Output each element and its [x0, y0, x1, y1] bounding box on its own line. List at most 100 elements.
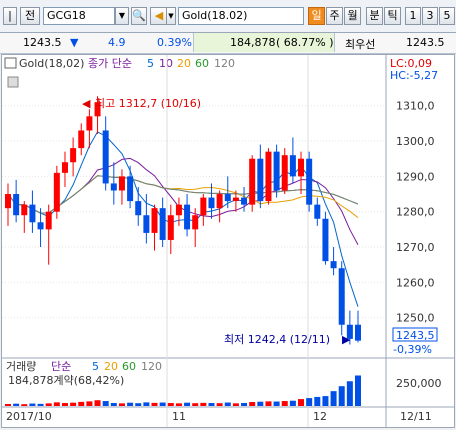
- volume-value: 184,878: [230, 36, 276, 49]
- candle-body: [86, 116, 93, 131]
- y-tick-label: 1250,0: [396, 312, 435, 325]
- tab-tick[interactable]: 틱: [384, 7, 401, 25]
- volume-ma-20: 20: [104, 360, 118, 373]
- candle-body: [102, 130, 109, 184]
- volume-bar: [200, 402, 207, 406]
- quote-bar: 1243.5 ▼ 4.9 0.39% 184,878 ( 68.77% ) 최우…: [0, 33, 456, 54]
- volume-bar: [118, 403, 125, 406]
- price-chart-panel[interactable]: Gold(18,02) 종가 단순 5 10 20 60 120 LC:0,09…: [1, 54, 455, 428]
- search-icon[interactable]: 🔍: [131, 7, 147, 25]
- volume-bar: [346, 381, 353, 406]
- bid-price: 1243.5: [406, 36, 445, 49]
- symbol-dropdown-icon[interactable]: ▼: [115, 7, 129, 25]
- bid-label: 최우선: [345, 38, 376, 51]
- volume-label: 거래량: [6, 360, 36, 373]
- y-tick-label: 1260,0: [396, 276, 435, 289]
- symbol-name-field: Gold(18.02): [178, 7, 304, 25]
- interval-1-button[interactable]: 1: [405, 7, 421, 25]
- candle-body: [78, 130, 85, 149]
- volume-bar: [265, 401, 272, 406]
- candle-body: [281, 155, 288, 191]
- tab-monthly[interactable]: 월: [344, 7, 361, 25]
- volume-bar: [127, 402, 134, 406]
- volume-bar: [102, 401, 109, 406]
- candle-body: [355, 324, 361, 341]
- volume-ratio: ( 68.77% ): [276, 36, 334, 49]
- candle-body: [53, 172, 60, 212]
- current-price-tag: 1243,5: [396, 329, 435, 342]
- chart-symbol-label: Gold(18,02): [19, 57, 84, 70]
- down-arrow-icon: ▼: [70, 36, 79, 49]
- interval-5-button[interactable]: 5: [439, 7, 455, 25]
- jeon-button[interactable]: 전: [20, 7, 40, 25]
- candle-body: [257, 158, 264, 202]
- candle-body: [241, 197, 248, 205]
- volume-bar: [208, 403, 215, 406]
- volume-bar: [167, 403, 174, 406]
- candle-body: [167, 215, 174, 240]
- volume-bar: [5, 404, 11, 406]
- y-tick-label: 1290,0: [396, 170, 435, 183]
- tab-minute[interactable]: 분: [366, 7, 383, 25]
- ma-5-line: [7, 131, 359, 307]
- volume-bar: [45, 403, 52, 406]
- speaker-dropdown-icon[interactable]: ▼: [166, 7, 176, 25]
- tab-weekly[interactable]: 주: [326, 7, 343, 25]
- candle-body: [61, 162, 68, 173]
- volume-ma-60: 60: [122, 360, 136, 373]
- volume-bar: [273, 401, 280, 406]
- grid-toggle-icon[interactable]: [7, 76, 19, 88]
- volume-bar: [184, 402, 191, 406]
- candle-body: [306, 158, 313, 205]
- candlestick-chart[interactable]: Gold(18,02) 종가 단순 5 10 20 60 120 LC:0,09…: [2, 55, 454, 427]
- volume-bar: [110, 403, 117, 406]
- symbol-code-input[interactable]: GCG18: [43, 7, 115, 25]
- volume-bar: [135, 403, 142, 406]
- volume-bar: [13, 403, 20, 406]
- volume-bar: [21, 404, 28, 406]
- volume-bar: [78, 401, 85, 406]
- ma-60-line: [7, 175, 359, 214]
- volume-bar: [257, 401, 264, 406]
- candle-body: [224, 194, 231, 202]
- volume-ma-120: 120: [141, 360, 162, 373]
- ma-60-label: 60: [195, 57, 209, 70]
- settings-icon[interactable]: [4, 57, 17, 69]
- volume-bar: [330, 391, 337, 406]
- candle-body: [110, 183, 117, 191]
- candle-body: [298, 158, 305, 177]
- candle-body: [5, 194, 11, 209]
- ma-5-label: 5: [147, 57, 154, 70]
- ma-120-line: [7, 175, 359, 214]
- volume-bar: [322, 396, 329, 406]
- volume-axis-tick: 250,000: [396, 377, 442, 390]
- candle-body: [13, 194, 20, 216]
- high-annotation: 최고 1312,7 (10/16): [95, 97, 201, 110]
- volume-bar: [249, 402, 256, 406]
- y-tick-label: 1300,0: [396, 135, 435, 148]
- high-arrow-icon: ◀: [82, 97, 91, 110]
- x-label-oct: 2017/10: [6, 410, 52, 423]
- account-menu-icon[interactable]: |: [3, 7, 17, 25]
- candle-body: [135, 201, 142, 216]
- volume-bar: [29, 403, 36, 406]
- volume-bar: [338, 386, 345, 406]
- candle-body: [265, 151, 272, 202]
- volume-bar: [289, 400, 296, 406]
- volume-bar: [86, 401, 93, 406]
- price-change-pct: 0.39%: [157, 36, 192, 49]
- candle-body: [322, 218, 329, 262]
- volume-info: 184,878계약(68,42%): [8, 373, 124, 387]
- interval-3-button[interactable]: 3: [422, 7, 438, 25]
- x-label-current-date: 12/11: [400, 410, 432, 423]
- volume-bar: [216, 403, 223, 406]
- volume-ma-5: 5: [92, 360, 99, 373]
- volume-bar: [151, 402, 158, 406]
- candle-body: [175, 204, 182, 216]
- ma-20-label: 20: [177, 57, 191, 70]
- ma-10-line: [7, 157, 359, 245]
- y-tick-label: 1280,0: [396, 206, 435, 219]
- candle-body: [338, 268, 345, 325]
- x-label-nov: 11: [172, 410, 186, 423]
- tab-daily[interactable]: 일: [308, 7, 325, 25]
